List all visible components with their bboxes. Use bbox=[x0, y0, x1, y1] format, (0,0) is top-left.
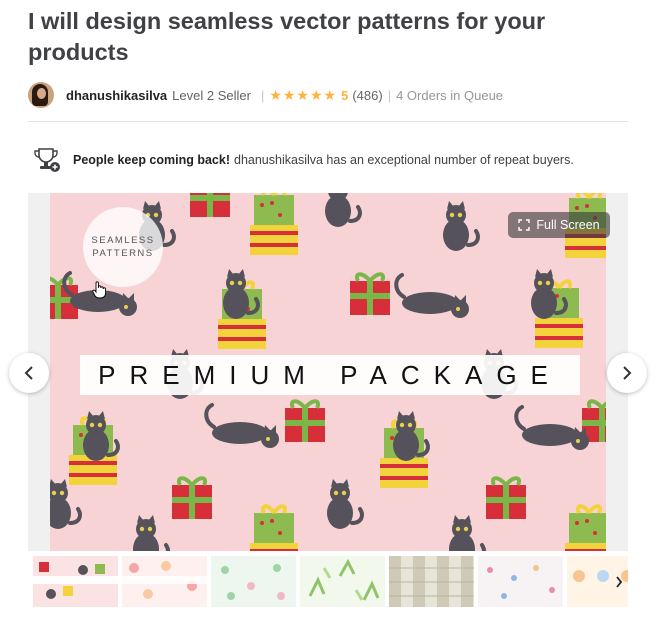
thumbnails-next-button[interactable] bbox=[611, 573, 627, 591]
gig-title: I will design seamless vector patterns f… bbox=[28, 8, 546, 65]
seller-overview: dhanushikasilva Level 2 Seller | ★★★★★ 5… bbox=[28, 82, 503, 108]
trophy-icon bbox=[34, 148, 60, 172]
repeat-buyers-text: dhanushikasilva has an exceptional numbe… bbox=[234, 153, 574, 167]
divider bbox=[28, 121, 628, 122]
expand-icon bbox=[518, 219, 531, 231]
chevron-right-icon bbox=[616, 576, 623, 588]
thumbnail-image bbox=[308, 558, 380, 601]
seller-level: Level 2 Seller bbox=[172, 87, 251, 103]
separator: | bbox=[387, 87, 392, 103]
pattern-image: SEAMLESS PATTERNS PREMIUM PACKAGE bbox=[50, 193, 606, 551]
gallery-thumbnail[interactable] bbox=[211, 556, 296, 607]
seller-avatar[interactable] bbox=[28, 82, 54, 108]
repeat-buyers-notice: People keep coming back! dhanushikasilva… bbox=[33, 147, 574, 173]
thumbnail-image bbox=[33, 562, 118, 599]
badge-line: SEAMLESS bbox=[91, 235, 155, 246]
rating-score: 5 bbox=[341, 87, 349, 103]
full-screen-label: Full Screen bbox=[536, 218, 600, 232]
premium-package-banner: PREMIUM PACKAGE bbox=[80, 355, 580, 395]
review-count[interactable]: (486) bbox=[352, 88, 382, 103]
badge-line: PATTERNS bbox=[92, 248, 154, 259]
separator: | bbox=[260, 87, 265, 103]
star-rating-icons: ★★★★★ bbox=[269, 86, 338, 103]
full-screen-button[interactable]: Full Screen bbox=[508, 212, 610, 238]
chevron-left-icon bbox=[24, 366, 33, 380]
thumbnail-image bbox=[487, 565, 555, 599]
gallery-thumbnail[interactable] bbox=[478, 556, 563, 607]
thumbnail-image bbox=[389, 556, 474, 607]
seamless-patterns-badge: SEAMLESS PATTERNS bbox=[83, 207, 163, 287]
thumbnail-image bbox=[122, 561, 207, 599]
gig-gallery[interactable]: SEAMLESS PATTERNS PREMIUM PACKAGE bbox=[28, 193, 628, 551]
gallery-thumbnail[interactable] bbox=[122, 556, 207, 607]
gallery-thumbnail[interactable] bbox=[300, 556, 385, 607]
thumbnail-image bbox=[221, 564, 285, 600]
gallery-thumbnails bbox=[33, 556, 628, 607]
gallery-prev-button[interactable] bbox=[9, 353, 49, 393]
chevron-right-icon bbox=[623, 366, 632, 380]
seller-name[interactable]: dhanushikasilva bbox=[66, 88, 167, 103]
orders-in-queue: 4 Orders in Queue bbox=[396, 87, 504, 103]
repeat-buyers-heading: People keep coming back! bbox=[73, 153, 230, 167]
hand-cursor-icon bbox=[92, 281, 106, 299]
gallery-next-button[interactable] bbox=[607, 353, 647, 393]
gallery-thumbnail[interactable] bbox=[389, 556, 474, 607]
gallery-thumbnail[interactable] bbox=[33, 556, 118, 607]
